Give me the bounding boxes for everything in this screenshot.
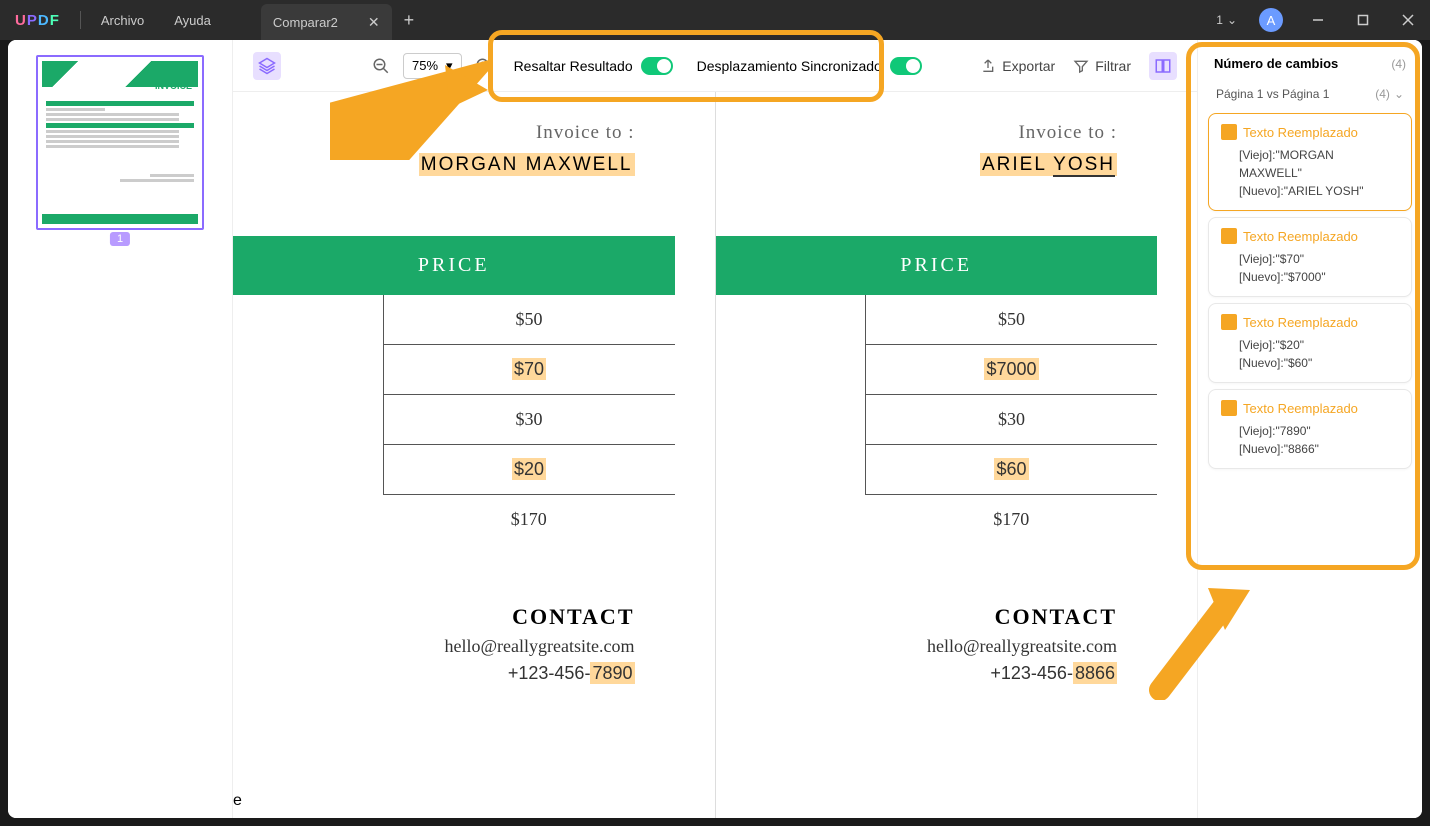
left-document-pane[interactable]: Invoice to : MORGAN MAXWELL PRICE $50 $7… <box>233 92 716 818</box>
highlight-toggle[interactable] <box>641 57 673 75</box>
change-type-label: Texto Reemplazado <box>1243 229 1358 244</box>
layers-icon[interactable] <box>253 52 281 80</box>
page-comparison-row[interactable]: Página 1 vs Página 1 (4) ⌄ <box>1206 81 1414 107</box>
page-thumbnail[interactable]: INVOICE <box>36 55 204 230</box>
filter-button[interactable]: Filtrar <box>1073 58 1131 74</box>
filter-icon <box>1073 58 1089 74</box>
change-new-value: [Nuevo]:"$7000" <box>1239 268 1399 286</box>
annotation-arrow-toolbar <box>330 60 490 160</box>
change-new-value: [Nuevo]:"8866" <box>1239 440 1399 458</box>
price-header-left: PRICE <box>233 236 675 295</box>
price-header-right: PRICE <box>716 236 1158 295</box>
right-document-pane[interactable]: Invoice to : ARIEL YOSH PRICE $50 $7000 … <box>716 92 1198 818</box>
change-old-value: [Viejo]:"$70" <box>1239 250 1399 268</box>
main-area: INVOICE <box>8 40 1422 818</box>
maximize-button[interactable] <box>1340 0 1385 40</box>
change-old-value: [Viejo]:"$20" <box>1239 336 1399 354</box>
export-button[interactable]: Exportar <box>980 58 1055 74</box>
changes-count: (4) <box>1391 57 1406 71</box>
invoice-name-right: ARIEL YOSH <box>716 154 1158 176</box>
contact-title-right: CONTACT <box>716 604 1118 630</box>
change-type-label: Texto Reemplazado <box>1243 315 1358 330</box>
export-icon <box>980 58 996 74</box>
compare-view-icon[interactable] <box>1149 52 1177 80</box>
change-type-label: Texto Reemplazado <box>1243 125 1358 140</box>
annotation-arrow-panel <box>1140 570 1260 700</box>
divider <box>80 11 81 29</box>
change-old-value: [Viejo]:"MORGAN MAXWELL" <box>1239 146 1399 182</box>
close-window-button[interactable] <box>1385 0 1430 40</box>
text-replaced-icon <box>1221 400 1237 416</box>
change-card[interactable]: Texto Reemplazado [Viejo]:"$70"[Nuevo]:"… <box>1208 217 1412 297</box>
contact-email-left: hello@reallygreatsite.com <box>233 636 635 657</box>
contact-phone-left: +123-456-7890 <box>233 663 635 684</box>
page-indicator[interactable]: 1 ⌄ <box>1206 13 1247 27</box>
thumbnail-sidebar: INVOICE <box>8 40 233 818</box>
change-old-value: [Viejo]:"7890" <box>1239 422 1399 440</box>
changes-title: Número de cambios <box>1214 56 1338 71</box>
compare-view: Invoice to : MORGAN MAXWELL PRICE $50 $7… <box>233 92 1197 818</box>
menu-help[interactable]: Ayuda <box>159 13 226 28</box>
change-new-value: [Nuevo]:"$60" <box>1239 354 1399 372</box>
change-type-label: Texto Reemplazado <box>1243 401 1358 416</box>
sync-scroll-toggle-label: Desplazamiento Sincronizado <box>697 58 882 74</box>
document-tab[interactable]: Comparar2 ✕ <box>261 4 392 40</box>
tab-label: Comparar2 <box>273 15 338 30</box>
contact-email-right: hello@reallygreatsite.com <box>716 636 1118 657</box>
price-table-right: $50 $7000 $30 $60 $170 <box>716 295 1158 544</box>
change-card[interactable]: Texto Reemplazado [Viejo]:"$20"[Nuevo]:"… <box>1208 303 1412 383</box>
contact-title-left: CONTACT <box>233 604 635 630</box>
app-logo: UPDF <box>0 12 75 29</box>
invoice-to-label-right: Invoice to : <box>716 122 1158 144</box>
menu-file[interactable]: Archivo <box>86 13 159 28</box>
chevron-down-icon: ⌄ <box>1227 13 1237 27</box>
change-card[interactable]: Texto Reemplazado [Viejo]:"MORGAN MAXWEL… <box>1208 113 1412 211</box>
contact-phone-right: +123-456-8866 <box>716 663 1118 684</box>
new-tab-button[interactable]: + <box>392 10 427 31</box>
text-replaced-icon <box>1221 314 1237 330</box>
user-avatar[interactable]: A <box>1259 8 1283 32</box>
change-new-value: [Nuevo]:"ARIEL YOSH" <box>1239 182 1399 200</box>
minimize-button[interactable] <box>1295 0 1340 40</box>
changes-panel: Número de cambios (4) Página 1 vs Página… <box>1197 40 1422 818</box>
text-replaced-icon <box>1221 124 1237 140</box>
titlebar: UPDF Archivo Ayuda Comparar2 ✕ + 1 ⌄ A <box>0 0 1430 40</box>
thumbnail-page-number: 1 <box>110 232 130 246</box>
sync-scroll-toggle[interactable] <box>890 57 922 75</box>
chevron-down-icon: ⌄ <box>1394 87 1404 101</box>
close-tab-icon[interactable]: ✕ <box>368 14 380 31</box>
text-replaced-icon <box>1221 228 1237 244</box>
change-card[interactable]: Texto Reemplazado [Viejo]:"7890"[Nuevo]:… <box>1208 389 1412 469</box>
price-table-left: $50 $70 $30 $20 $170 <box>233 295 675 544</box>
highlight-toggle-label: Resaltar Resultado <box>514 58 633 74</box>
